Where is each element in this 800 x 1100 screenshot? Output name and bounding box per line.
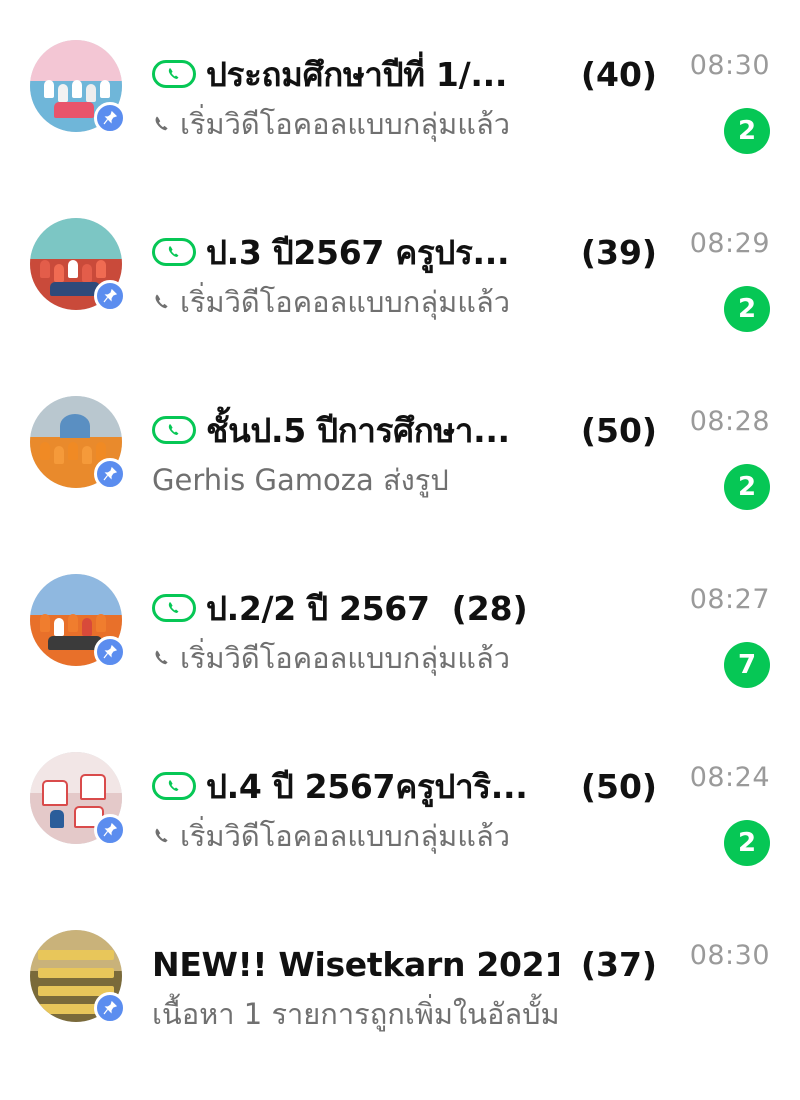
- avatar: [30, 40, 126, 136]
- pin-icon: [94, 102, 126, 134]
- member-count: (37): [580, 944, 657, 984]
- pin-icon: [94, 814, 126, 846]
- chat-row[interactable]: ป.2/2 ปี 2567 (28) เริ่มวิดีโอคอลแบบกลุ่…: [0, 574, 800, 744]
- last-message-preview: เนื้อหา 1 รายการถูกเพิ่มในอัลบั้ม: [152, 997, 560, 1031]
- phone-icon: [155, 116, 168, 131]
- pin-icon: [94, 992, 126, 1024]
- chat-title: ชั้นป.5 ปีการศึกษา...: [206, 410, 510, 450]
- unread-badge: 7: [724, 642, 770, 688]
- pin-icon: [94, 636, 126, 668]
- chat-row[interactable]: ป.4 ปี 2567ครูปาริ... (50) เริ่มวิดีโอคอ…: [0, 752, 800, 922]
- timestamp: 08:28: [689, 406, 770, 437]
- pin-icon: [94, 280, 126, 312]
- chat-list: ประถมศึกษาปีที่ 1/... (40) เริ่มวิดีโอคอ…: [0, 0, 800, 1064]
- avatar: [30, 218, 126, 314]
- timestamp: 08:29: [689, 228, 770, 259]
- chat-row[interactable]: ประถมศึกษาปีที่ 1/... (40) เริ่มวิดีโอคอ…: [0, 40, 800, 210]
- last-message-preview: Gerhis Gamoza ส่งรูป: [152, 463, 449, 497]
- member-count: (39): [580, 232, 657, 272]
- last-message-preview: เริ่มวิดีโอคอลแบบกลุ่มแล้ว: [180, 285, 511, 319]
- chat-title: ป.2/2 ปี 2567: [206, 588, 430, 628]
- last-message-preview: เริ่มวิดีโอคอลแบบกลุ่มแล้ว: [180, 819, 511, 853]
- timestamp: 08:27: [689, 584, 770, 615]
- phone-icon: [155, 828, 168, 843]
- member-count: (50): [580, 766, 657, 806]
- video-call-icon: [152, 238, 196, 266]
- chat-row[interactable]: NEW!! Wisetkarn 2021 (37) เนื้อหา 1 รายก…: [0, 930, 800, 1100]
- video-call-icon: [152, 772, 196, 800]
- chat-row[interactable]: ป.3 ปี2567 ครูปร... (39) เริ่มวิดีโอคอลแ…: [0, 218, 800, 388]
- chat-title: NEW!! Wisetkarn 2021: [152, 944, 559, 984]
- avatar: [30, 930, 126, 1026]
- avatar: [30, 752, 126, 848]
- last-message-preview: เริ่มวิดีโอคอลแบบกลุ่มแล้ว: [180, 107, 511, 141]
- chat-title: ป.3 ปี2567 ครูปร...: [206, 232, 510, 272]
- pin-icon: [94, 458, 126, 490]
- video-call-icon: [152, 60, 196, 88]
- unread-badge: 2: [724, 108, 770, 154]
- member-count: (28): [451, 588, 528, 628]
- member-count: (40): [580, 54, 657, 94]
- avatar: [30, 574, 126, 670]
- member-count: (50): [580, 410, 657, 450]
- phone-icon: [155, 294, 168, 309]
- timestamp: 08:30: [689, 940, 770, 971]
- unread-badge: 2: [724, 820, 770, 866]
- timestamp: 08:24: [689, 762, 770, 793]
- video-call-icon: [152, 416, 196, 444]
- unread-badge: 2: [724, 464, 770, 510]
- avatar: [30, 396, 126, 492]
- unread-badge: 2: [724, 286, 770, 332]
- last-message-preview: เริ่มวิดีโอคอลแบบกลุ่มแล้ว: [180, 641, 511, 675]
- video-call-icon: [152, 594, 196, 622]
- chat-title: ประถมศึกษาปีที่ 1/...: [206, 54, 508, 94]
- chat-row[interactable]: ชั้นป.5 ปีการศึกษา... (50) Gerhis Gamoza…: [0, 396, 800, 566]
- phone-icon: [155, 650, 168, 665]
- timestamp: 08:30: [689, 50, 770, 81]
- chat-title: ป.4 ปี 2567ครูปาริ...: [206, 766, 528, 806]
